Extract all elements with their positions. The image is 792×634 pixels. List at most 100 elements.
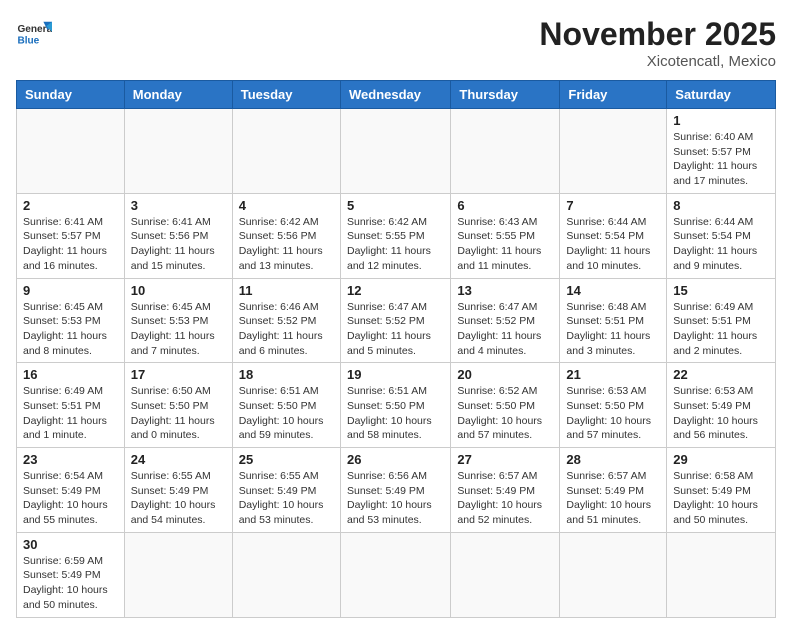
day-cell: 11 Sunrise: 6:46 AM Sunset: 5:52 PM Dayli… — [232, 278, 340, 363]
day-cell — [560, 109, 667, 194]
day-cell: 4 Sunrise: 6:42 AM Sunset: 5:56 PM Daylig… — [232, 193, 340, 278]
col-header-friday: Friday — [560, 81, 667, 109]
logo: General Blue — [16, 16, 52, 52]
day-cell: 21 Sunrise: 6:53 AM Sunset: 5:50 PM Dayli… — [560, 363, 667, 448]
day-info: Sunrise: 6:57 AM Sunset: 5:49 PM Dayligh… — [566, 469, 660, 528]
col-header-sunday: Sunday — [17, 81, 125, 109]
day-info: Sunrise: 6:55 AM Sunset: 5:49 PM Dayligh… — [239, 469, 334, 528]
day-info: Sunrise: 6:53 AM Sunset: 5:50 PM Dayligh… — [566, 384, 660, 443]
col-header-wednesday: Wednesday — [340, 81, 450, 109]
week-row-1: 1Sunrise: 6:40 AM Sunset: 5:57 PM Daylig… — [17, 109, 776, 194]
day-number: 14 — [566, 283, 660, 298]
day-number: 26 — [347, 452, 444, 467]
day-info: Sunrise: 6:41 AM Sunset: 5:57 PM Dayligh… — [23, 215, 118, 274]
day-info: Sunrise: 6:49 AM Sunset: 5:51 PM Dayligh… — [23, 384, 118, 443]
day-number: 8 — [673, 198, 769, 213]
day-cell — [124, 109, 232, 194]
day-info: Sunrise: 6:44 AM Sunset: 5:54 PM Dayligh… — [566, 215, 660, 274]
svg-text:Blue: Blue — [17, 35, 39, 46]
day-cell: 10 Sunrise: 6:45 AM Sunset: 5:53 PM Dayli… — [124, 278, 232, 363]
day-info: Sunrise: 6:48 AM Sunset: 5:51 PM Dayligh… — [566, 300, 660, 359]
day-number: 21 — [566, 367, 660, 382]
day-info: Sunrise: 6:49 AM Sunset: 5:51 PM Dayligh… — [673, 300, 769, 359]
day-info: Sunrise: 6:47 AM Sunset: 5:52 PM Dayligh… — [347, 300, 444, 359]
day-number: 6 — [457, 198, 553, 213]
day-cell: 14 Sunrise: 6:48 AM Sunset: 5:51 PM Dayli… — [560, 278, 667, 363]
day-number: 25 — [239, 452, 334, 467]
day-number: 13 — [457, 283, 553, 298]
day-cell: 22Sunrise: 6:53 AM Sunset: 5:49 PM Dayli… — [667, 363, 776, 448]
day-info: Sunrise: 6:52 AM Sunset: 5:50 PM Dayligh… — [457, 384, 553, 443]
day-cell: 24 Sunrise: 6:55 AM Sunset: 5:49 PM Dayli… — [124, 448, 232, 533]
day-cell: 6Sunrise: 6:43 AM Sunset: 5:55 PM Daylig… — [451, 193, 560, 278]
day-cell: 18Sunrise: 6:51 AM Sunset: 5:50 PM Dayli… — [232, 363, 340, 448]
day-info: Sunrise: 6:56 AM Sunset: 5:49 PM Dayligh… — [347, 469, 444, 528]
day-cell: 1Sunrise: 6:40 AM Sunset: 5:57 PM Daylig… — [667, 109, 776, 194]
day-info: Sunrise: 6:46 AM Sunset: 5:52 PM Dayligh… — [239, 300, 334, 359]
day-info: Sunrise: 6:59 AM Sunset: 5:49 PM Dayligh… — [23, 554, 118, 613]
day-number: 24 — [131, 452, 226, 467]
col-header-monday: Monday — [124, 81, 232, 109]
day-info: Sunrise: 6:53 AM Sunset: 5:49 PM Dayligh… — [673, 384, 769, 443]
day-cell — [17, 109, 125, 194]
day-cell: 8 Sunrise: 6:44 AM Sunset: 5:54 PM Daylig… — [667, 193, 776, 278]
day-info: Sunrise: 6:50 AM Sunset: 5:50 PM Dayligh… — [131, 384, 226, 443]
header: General Blue November 2025 Xicotencatl, … — [16, 16, 776, 70]
day-number: 5 — [347, 198, 444, 213]
day-info: Sunrise: 6:51 AM Sunset: 5:50 PM Dayligh… — [347, 384, 444, 443]
day-number: 4 — [239, 198, 334, 213]
day-number: 12 — [347, 283, 444, 298]
day-number: 3 — [131, 198, 226, 213]
day-number: 23 — [23, 452, 118, 467]
day-cell — [340, 532, 450, 617]
week-row-2: 2 Sunrise: 6:41 AM Sunset: 5:57 PM Daylig… — [17, 193, 776, 278]
title-area: November 2025 Xicotencatl, Mexico — [539, 16, 776, 70]
week-row-4: 16 Sunrise: 6:49 AM Sunset: 5:51 PM Dayli… — [17, 363, 776, 448]
day-info: Sunrise: 6:45 AM Sunset: 5:53 PM Dayligh… — [131, 300, 226, 359]
day-number: 1 — [673, 113, 769, 128]
month-title: November 2025 — [539, 16, 776, 53]
day-number: 29 — [673, 452, 769, 467]
day-cell: 17 Sunrise: 6:50 AM Sunset: 5:50 PM Dayli… — [124, 363, 232, 448]
day-info: Sunrise: 6:42 AM Sunset: 5:56 PM Dayligh… — [239, 215, 334, 274]
day-number: 10 — [131, 283, 226, 298]
day-info: Sunrise: 6:45 AM Sunset: 5:53 PM Dayligh… — [23, 300, 118, 359]
day-cell: 15Sunrise: 6:49 AM Sunset: 5:51 PM Dayli… — [667, 278, 776, 363]
day-cell — [667, 532, 776, 617]
day-info: Sunrise: 6:58 AM Sunset: 5:49 PM Dayligh… — [673, 469, 769, 528]
day-cell: 23Sunrise: 6:54 AM Sunset: 5:49 PM Dayli… — [17, 448, 125, 533]
day-number: 20 — [457, 367, 553, 382]
week-row-3: 9 Sunrise: 6:45 AM Sunset: 5:53 PM Daylig… — [17, 278, 776, 363]
day-info: Sunrise: 6:41 AM Sunset: 5:56 PM Dayligh… — [131, 215, 226, 274]
day-cell: 12 Sunrise: 6:47 AM Sunset: 5:52 PM Dayli… — [340, 278, 450, 363]
day-cell: 20 Sunrise: 6:52 AM Sunset: 5:50 PM Dayli… — [451, 363, 560, 448]
day-number: 2 — [23, 198, 118, 213]
day-info: Sunrise: 6:51 AM Sunset: 5:50 PM Dayligh… — [239, 384, 334, 443]
day-number: 16 — [23, 367, 118, 382]
location: Xicotencatl, Mexico — [539, 53, 776, 70]
day-cell: 7Sunrise: 6:44 AM Sunset: 5:54 PM Daylig… — [560, 193, 667, 278]
col-header-tuesday: Tuesday — [232, 81, 340, 109]
day-info: Sunrise: 6:55 AM Sunset: 5:49 PM Dayligh… — [131, 469, 226, 528]
calendar-header-row: SundayMondayTuesdayWednesdayThursdayFrid… — [17, 81, 776, 109]
day-cell — [560, 532, 667, 617]
day-info: Sunrise: 6:44 AM Sunset: 5:54 PM Dayligh… — [673, 215, 769, 274]
day-number: 27 — [457, 452, 553, 467]
day-cell: 26 Sunrise: 6:56 AM Sunset: 5:49 PM Dayli… — [340, 448, 450, 533]
day-number: 19 — [347, 367, 444, 382]
day-cell: 27 Sunrise: 6:57 AM Sunset: 5:49 PM Dayli… — [451, 448, 560, 533]
day-cell: 3 Sunrise: 6:41 AM Sunset: 5:56 PM Daylig… — [124, 193, 232, 278]
day-number: 11 — [239, 283, 334, 298]
day-number: 28 — [566, 452, 660, 467]
day-info: Sunrise: 6:57 AM Sunset: 5:49 PM Dayligh… — [457, 469, 553, 528]
day-cell: 25 Sunrise: 6:55 AM Sunset: 5:49 PM Dayli… — [232, 448, 340, 533]
day-number: 9 — [23, 283, 118, 298]
day-cell: 16 Sunrise: 6:49 AM Sunset: 5:51 PM Dayli… — [17, 363, 125, 448]
day-number: 17 — [131, 367, 226, 382]
week-row-6: 30 Sunrise: 6:59 AM Sunset: 5:49 PM Dayli… — [17, 532, 776, 617]
day-cell — [232, 532, 340, 617]
day-cell: 30 Sunrise: 6:59 AM Sunset: 5:49 PM Dayli… — [17, 532, 125, 617]
day-number: 30 — [23, 537, 118, 552]
day-cell: 29 Sunrise: 6:58 AM Sunset: 5:49 PM Dayli… — [667, 448, 776, 533]
day-cell — [340, 109, 450, 194]
